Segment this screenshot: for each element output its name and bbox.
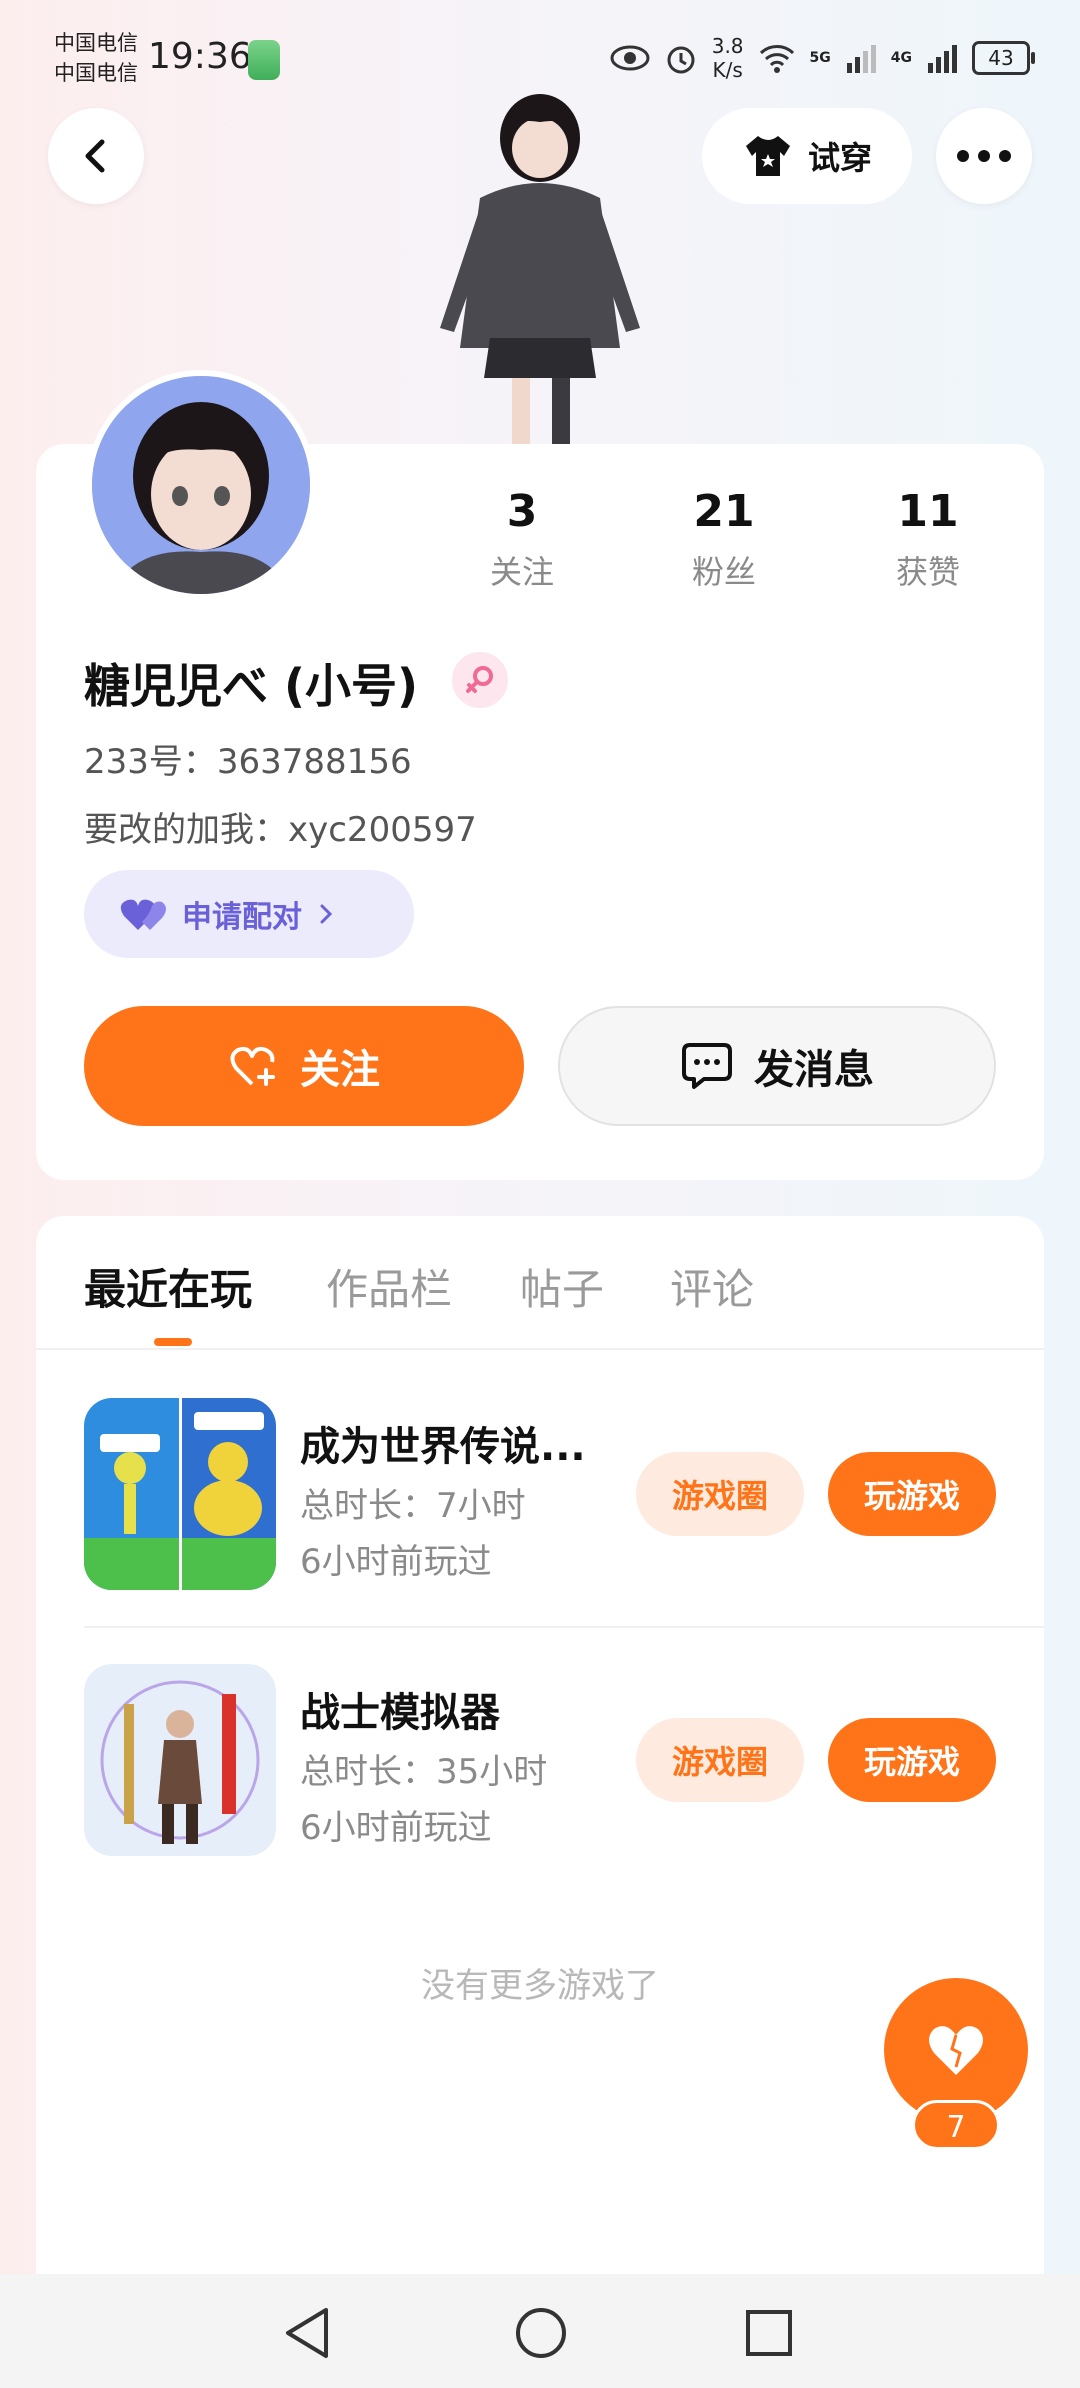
status-icons: 3.8 K/s 5G 4G 43: [610, 34, 1035, 82]
tabs-divider: [36, 1348, 1044, 1350]
game-title[interactable]: 战士模拟器: [300, 1680, 500, 1738]
send-message-button[interactable]: 发消息: [558, 1006, 996, 1126]
heart-pair-icon: [120, 899, 166, 930]
shirt-icon: [745, 136, 790, 176]
eye-icon: [610, 45, 650, 71]
follow-button[interactable]: 关注: [84, 1006, 524, 1126]
female-icon: [452, 652, 508, 708]
net-speed: 3.8 K/s: [711, 34, 744, 82]
user-id: 233号：363788156: [84, 742, 412, 782]
row-divider: [84, 1626, 1044, 1628]
carrier-1: 中国电信: [54, 31, 138, 55]
network-4g: 4G: [890, 50, 912, 66]
chevron-left-icon: [85, 139, 105, 173]
play-game-button[interactable]: 玩游戏: [828, 1452, 996, 1536]
follow-label: 关注: [300, 1047, 380, 1093]
system-nav-bar: [0, 2274, 1080, 2388]
stat-likes-label: 获赞: [895, 553, 960, 591]
stat-likes-value: 11: [897, 486, 959, 537]
wifi-icon: [759, 45, 794, 73]
network-5g: 5G: [809, 50, 831, 66]
chat-bubble-icon: [682, 1043, 732, 1089]
more-button[interactable]: [936, 108, 1032, 204]
alarm-icon: [667, 46, 695, 74]
pair-request-button[interactable]: 申请配对: [84, 870, 414, 958]
game-circle-button[interactable]: 游戏圈: [636, 1452, 804, 1536]
game-title[interactable]: 成为世界传说...: [300, 1414, 586, 1472]
signal-1-icon: [846, 45, 876, 73]
user-bio: 要改的加我：xyc200597: [84, 810, 477, 850]
carrier-2: 中国电信: [54, 61, 138, 85]
status-time: 19:36: [148, 36, 252, 77]
game-last-played: 6小时前玩过: [300, 1542, 492, 1582]
profile-name: 糖児児べ (小号): [84, 659, 419, 713]
game-circle-button[interactable]: 游戏圈: [636, 1718, 804, 1802]
stat-fans-label: 粉丝: [691, 553, 756, 591]
game-icon[interactable]: [84, 1398, 276, 1590]
avatar-image: [92, 376, 310, 594]
stat-following-value: 3: [506, 486, 538, 537]
game-duration: 总时长：7小时: [300, 1486, 526, 1526]
tab-works[interactable]: 作品栏: [326, 1256, 452, 1317]
heart-icon: [929, 2026, 983, 2075]
chevron-right-icon: [320, 904, 333, 924]
back-button[interactable]: [48, 108, 144, 204]
more-dots-icon: [957, 150, 1011, 162]
avatar-character-image: [440, 94, 640, 444]
stat-following-label: 关注: [489, 553, 554, 591]
try-on-label: 试穿: [807, 139, 872, 177]
like-count-badge: 7: [912, 2100, 1000, 2150]
active-tab-indicator: [154, 1338, 192, 1346]
stat-fans[interactable]: 21 粉丝: [654, 486, 794, 593]
avatar[interactable]: [86, 370, 316, 600]
heart-add-icon: [230, 1046, 275, 1086]
signal-2-icon: [928, 45, 957, 73]
nav-recents-icon[interactable]: [744, 2308, 794, 2358]
stat-likes[interactable]: 11 获赞: [858, 486, 998, 593]
stat-fans-value: 21: [693, 486, 755, 537]
tab-comments[interactable]: 评论: [670, 1256, 754, 1317]
play-game-button[interactable]: 玩游戏: [828, 1718, 996, 1802]
game-last-played: 6小时前玩过: [300, 1808, 492, 1848]
pair-request-label: 申请配对: [182, 900, 302, 935]
notification-app-icon: [248, 40, 280, 80]
nav-back-icon[interactable]: [282, 2306, 332, 2360]
send-message-label: 发消息: [754, 1047, 874, 1093]
tab-recently-played[interactable]: 最近在玩: [84, 1256, 252, 1317]
nav-home-icon[interactable]: [514, 2306, 568, 2360]
tab-posts[interactable]: 帖子: [520, 1256, 604, 1317]
game-duration: 总时长：35小时: [300, 1752, 548, 1792]
carrier-labels: 中国电信 中国电信: [54, 28, 138, 88]
stat-following[interactable]: 3 关注: [452, 486, 592, 593]
battery-indicator: 43: [972, 41, 1035, 75]
try-on-button[interactable]: 试穿: [702, 108, 912, 204]
game-icon[interactable]: [84, 1664, 276, 1856]
